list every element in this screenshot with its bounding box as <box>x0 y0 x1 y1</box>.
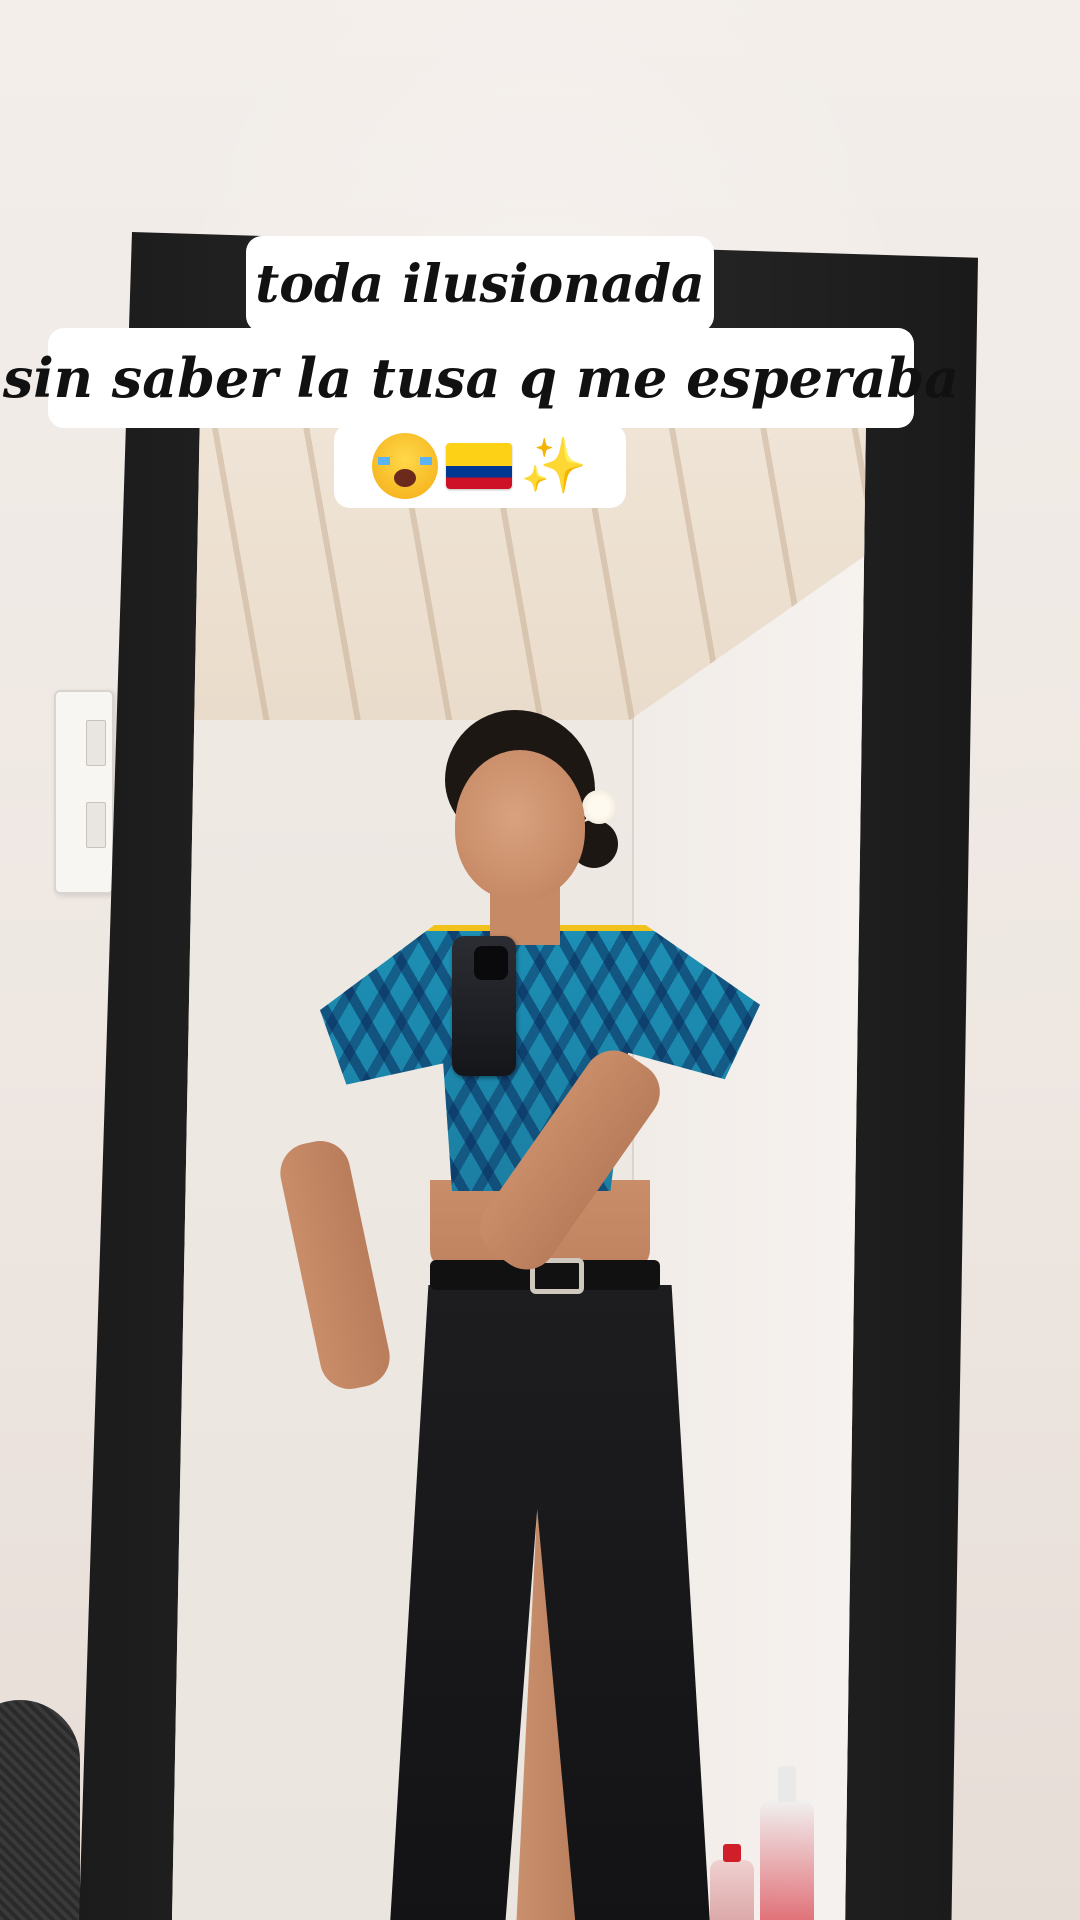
light-switch <box>54 690 114 894</box>
chair <box>0 1700 80 1920</box>
colombia-flag-icon <box>446 443 513 489</box>
bottle-small <box>710 1844 754 1920</box>
person-taking-selfie <box>274 710 780 1920</box>
sparkles-icon: ✨ <box>520 434 588 497</box>
smartphone <box>452 936 516 1076</box>
caption-line-1: toda ilusionada <box>246 236 714 332</box>
bottle-neck <box>778 1766 796 1802</box>
switch-button-top <box>86 720 106 766</box>
face <box>455 750 585 900</box>
left-arm <box>274 1135 396 1395</box>
camera-module-icon <box>474 946 508 980</box>
hair-flower <box>582 790 616 824</box>
switch-button-bottom <box>86 802 106 848</box>
loudly-crying-face-icon <box>372 433 439 499</box>
bottle-cap <box>723 1844 741 1862</box>
video-frame: toda ilusionada sin saber la tusa q me e… <box>0 0 1080 1920</box>
caption-emoji-line: ✨ <box>334 424 626 508</box>
caption-line-2: sin saber la tusa q me esperaba <box>3 328 959 428</box>
bottle-tall <box>760 1766 814 1920</box>
